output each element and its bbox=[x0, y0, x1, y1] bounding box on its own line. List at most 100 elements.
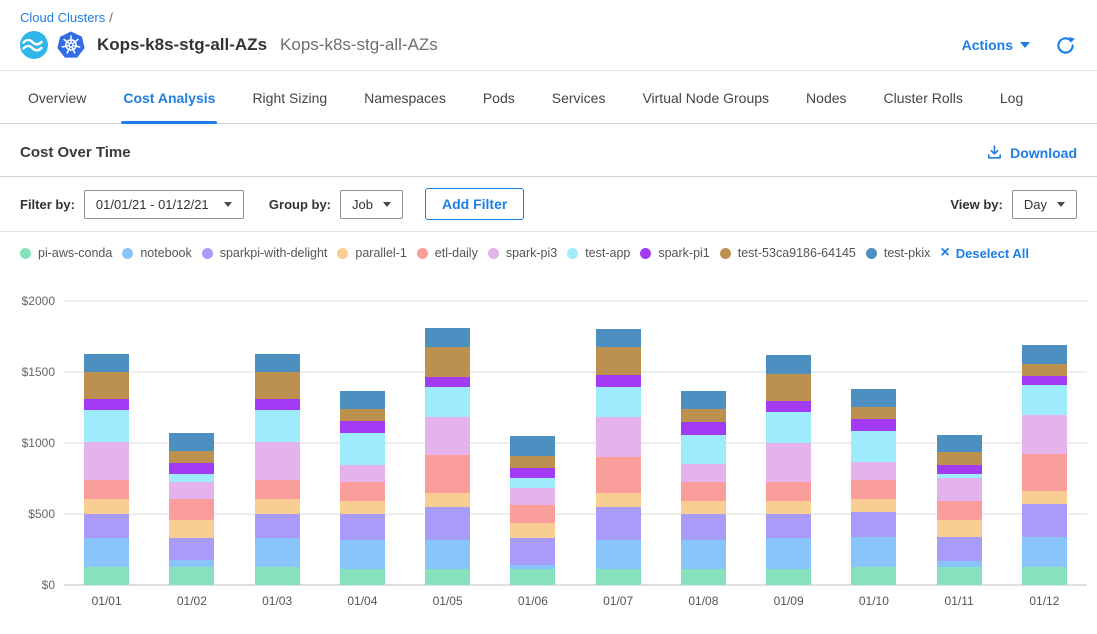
bar-segment-spark-pi1[interactable] bbox=[340, 421, 385, 433]
bar-segment-test-pkix[interactable] bbox=[681, 391, 726, 409]
bar-segment-spark-pi3[interactable] bbox=[255, 442, 300, 480]
bar-01/01[interactable] bbox=[64, 301, 149, 585]
tab-overview[interactable]: Overview bbox=[26, 71, 88, 123]
bar-segment-test-pkix[interactable] bbox=[340, 391, 385, 409]
bar-segment-spark-pi3[interactable] bbox=[340, 465, 385, 482]
bar-segment-pi-aws-conda[interactable] bbox=[425, 569, 470, 585]
bar-segment-test-53ca9186-64145[interactable] bbox=[340, 409, 385, 421]
bar-segment-test-53ca9186-64145[interactable] bbox=[851, 407, 896, 419]
bar-segment-test-app[interactable] bbox=[596, 387, 641, 418]
bar-segment-pi-aws-conda[interactable] bbox=[255, 567, 300, 585]
bar-segment-parallel-1[interactable] bbox=[766, 501, 811, 514]
bar-01/12[interactable] bbox=[1002, 301, 1087, 585]
refresh-icon[interactable] bbox=[1056, 36, 1075, 55]
view-by-select[interactable]: Day bbox=[1012, 190, 1077, 219]
bar-segment-etl-daily[interactable] bbox=[425, 455, 470, 493]
bar-segment-spark-pi1[interactable] bbox=[169, 463, 214, 474]
bar-segment-test-app[interactable] bbox=[84, 410, 129, 442]
bar-segment-spark-pi1[interactable] bbox=[851, 419, 896, 431]
bar-segment-test-app[interactable] bbox=[766, 412, 811, 443]
bar-segment-etl-daily[interactable] bbox=[255, 480, 300, 499]
bar-segment-spark-pi1[interactable] bbox=[510, 468, 555, 478]
bar-segment-test-pkix[interactable] bbox=[766, 355, 811, 373]
bar-segment-pi-aws-conda[interactable] bbox=[596, 569, 641, 585]
breadcrumb-link-cloud-clusters[interactable]: Cloud Clusters bbox=[20, 10, 105, 25]
tab-nodes[interactable]: Nodes bbox=[804, 71, 848, 123]
bar-segment-sparkpi-with-delight[interactable] bbox=[1022, 504, 1067, 537]
bar-segment-parallel-1[interactable] bbox=[340, 501, 385, 514]
bar-segment-spark-pi1[interactable] bbox=[937, 465, 982, 474]
bar-segment-test-53ca9186-64145[interactable] bbox=[1022, 364, 1067, 377]
bar-01/02[interactable] bbox=[149, 301, 234, 585]
legend-item-spark-pi1[interactable]: spark-pi1 bbox=[640, 246, 709, 260]
bar-segment-etl-daily[interactable] bbox=[937, 501, 982, 520]
add-filter-button[interactable]: Add Filter bbox=[425, 188, 524, 220]
bar-segment-sparkpi-with-delight[interactable] bbox=[169, 538, 214, 560]
bar-segment-sparkpi-with-delight[interactable] bbox=[255, 514, 300, 538]
bar-segment-spark-pi3[interactable] bbox=[851, 462, 896, 480]
bar-segment-test-53ca9186-64145[interactable] bbox=[596, 347, 641, 375]
bar-segment-spark-pi3[interactable] bbox=[84, 442, 129, 480]
bar-segment-notebook[interactable] bbox=[84, 538, 129, 567]
legend-item-spark-pi3[interactable]: spark-pi3 bbox=[488, 246, 557, 260]
bar-segment-spark-pi3[interactable] bbox=[169, 482, 214, 499]
bar-segment-test-pkix[interactable] bbox=[169, 433, 214, 451]
legend-item-pi-aws-conda[interactable]: pi-aws-conda bbox=[20, 246, 112, 260]
bar-segment-spark-pi1[interactable] bbox=[681, 422, 726, 434]
bar-segment-etl-daily[interactable] bbox=[681, 482, 726, 501]
bar-segment-test-app[interactable] bbox=[510, 478, 555, 489]
bar-segment-notebook[interactable] bbox=[255, 538, 300, 567]
tab-cost-analysis[interactable]: Cost Analysis bbox=[121, 71, 217, 123]
bar-segment-pi-aws-conda[interactable] bbox=[937, 567, 982, 585]
bar-segment-spark-pi3[interactable] bbox=[937, 478, 982, 501]
legend-item-test-53ca9186-64145[interactable]: test-53ca9186-64145 bbox=[720, 246, 856, 260]
legend-item-etl-daily[interactable]: etl-daily bbox=[417, 246, 478, 260]
bar-segment-etl-daily[interactable] bbox=[340, 482, 385, 501]
legend-item-parallel-1[interactable]: parallel-1 bbox=[337, 246, 406, 260]
tab-right-sizing[interactable]: Right Sizing bbox=[250, 71, 329, 123]
download-button[interactable]: Download bbox=[986, 144, 1077, 161]
bar-segment-notebook[interactable] bbox=[851, 537, 896, 567]
bar-segment-test-app[interactable] bbox=[1022, 385, 1067, 416]
bar-segment-spark-pi1[interactable] bbox=[425, 377, 470, 387]
bar-segment-test-app[interactable] bbox=[255, 410, 300, 442]
bar-segment-etl-daily[interactable] bbox=[851, 480, 896, 499]
date-range-select[interactable]: 01/01/21 - 01/12/21 bbox=[84, 190, 244, 219]
bar-segment-sparkpi-with-delight[interactable] bbox=[681, 514, 726, 540]
bar-segment-test-53ca9186-64145[interactable] bbox=[425, 347, 470, 378]
bar-01/08[interactable] bbox=[661, 301, 746, 585]
bar-segment-test-pkix[interactable] bbox=[255, 354, 300, 372]
tab-services[interactable]: Services bbox=[550, 71, 608, 123]
legend-item-sparkpi-with-delight[interactable]: sparkpi-with-delight bbox=[202, 246, 328, 260]
bar-segment-spark-pi1[interactable] bbox=[1022, 376, 1067, 385]
bar-01/09[interactable] bbox=[746, 301, 831, 585]
bar-segment-test-app[interactable] bbox=[425, 387, 470, 418]
bar-segment-spark-pi1[interactable] bbox=[84, 399, 129, 410]
bar-segment-test-app[interactable] bbox=[340, 433, 385, 465]
actions-button[interactable]: Actions bbox=[962, 37, 1030, 53]
bar-segment-etl-daily[interactable] bbox=[596, 457, 641, 493]
bar-segment-spark-pi3[interactable] bbox=[510, 488, 555, 504]
bar-segment-test-pkix[interactable] bbox=[425, 328, 470, 346]
bar-segment-pi-aws-conda[interactable] bbox=[84, 567, 129, 585]
bar-segment-sparkpi-with-delight[interactable] bbox=[425, 507, 470, 540]
bar-segment-test-pkix[interactable] bbox=[1022, 345, 1067, 363]
bar-segment-parallel-1[interactable] bbox=[84, 499, 129, 514]
bar-segment-test-53ca9186-64145[interactable] bbox=[766, 374, 811, 402]
bar-segment-notebook[interactable] bbox=[681, 540, 726, 570]
bar-segment-notebook[interactable] bbox=[596, 540, 641, 570]
bar-segment-test-53ca9186-64145[interactable] bbox=[937, 452, 982, 465]
bar-segment-sparkpi-with-delight[interactable] bbox=[84, 514, 129, 538]
bar-segment-spark-pi3[interactable] bbox=[425, 417, 470, 455]
bar-01/10[interactable] bbox=[831, 301, 916, 585]
deselect-all-button[interactable]: × Deselect All bbox=[940, 245, 1029, 261]
bar-segment-spark-pi3[interactable] bbox=[766, 443, 811, 482]
bar-segment-test-pkix[interactable] bbox=[596, 329, 641, 347]
bar-segment-pi-aws-conda[interactable] bbox=[510, 569, 555, 585]
bar-segment-sparkpi-with-delight[interactable] bbox=[510, 538, 555, 565]
bar-01/11[interactable] bbox=[917, 301, 1002, 585]
bar-segment-spark-pi1[interactable] bbox=[766, 401, 811, 412]
bar-segment-test-53ca9186-64145[interactable] bbox=[681, 409, 726, 422]
bar-segment-notebook[interactable] bbox=[425, 540, 470, 570]
tab-cluster-rolls[interactable]: Cluster Rolls bbox=[882, 71, 965, 123]
